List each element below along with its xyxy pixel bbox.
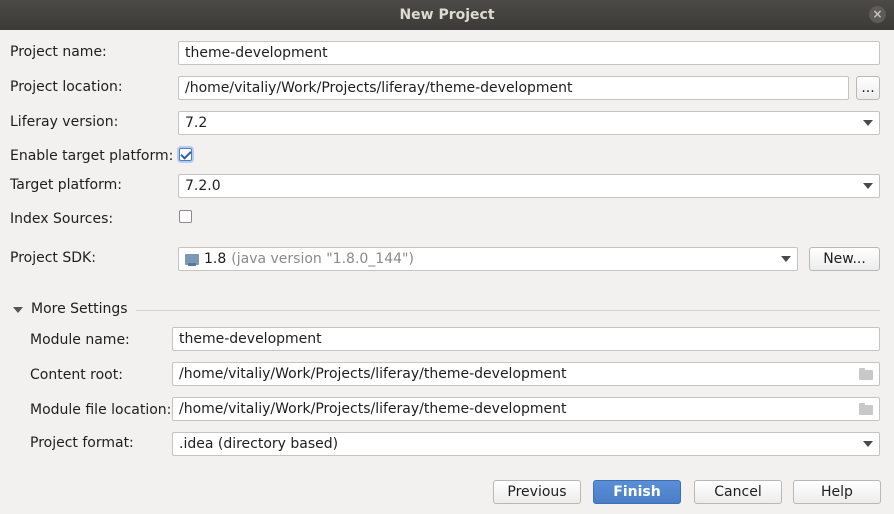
project-format-value: .idea (directory based) (179, 436, 339, 452)
chevron-down-icon (863, 441, 873, 447)
new-sdk-button[interactable]: New... (809, 247, 880, 271)
project-name-label: Project name: (10, 44, 107, 60)
content-root-input[interactable]: /home/vitaliy/Work/Projects/liferay/them… (172, 362, 880, 386)
enable-target-platform-label: Enable target platform: (10, 148, 174, 164)
sdk-icon (185, 253, 199, 266)
module-name-input[interactable]: theme-development (172, 327, 880, 351)
project-sdk-value: 1.8 (204, 251, 227, 267)
chevron-down-icon (781, 256, 791, 262)
liferay-version-value: 7.2 (185, 115, 208, 131)
folder-icon[interactable] (859, 403, 873, 415)
more-settings-toggle[interactable]: More Settings (31, 301, 128, 317)
project-location-value: /home/vitaliy/Work/Projects/liferay/them… (185, 80, 573, 96)
module-name-label: Module name: (30, 332, 130, 348)
title-bar: New Project × (0, 0, 894, 30)
chevron-down-icon (863, 120, 873, 126)
module-file-location-value: /home/vitaliy/Work/Projects/liferay/them… (179, 401, 567, 417)
section-divider (136, 310, 880, 311)
liferay-version-label: Liferay version: (10, 114, 119, 130)
module-file-location-label: Module file location: (30, 402, 172, 418)
content-root-label: Content root: (30, 367, 123, 383)
project-location-input[interactable]: /home/vitaliy/Work/Projects/liferay/them… (178, 76, 849, 100)
target-platform-value: 7.2.0 (185, 178, 221, 194)
previous-button[interactable]: Previous (493, 480, 581, 504)
target-platform-select[interactable]: 7.2.0 (178, 174, 880, 198)
index-sources-label: Index Sources: (10, 211, 114, 227)
target-platform-label: Target platform: (10, 177, 122, 193)
window-title: New Project (399, 7, 495, 23)
project-sdk-detail: (java version "1.8.0_144") (231, 251, 414, 267)
folder-icon[interactable] (859, 368, 873, 380)
module-name-value: theme-development (179, 331, 322, 347)
cancel-button[interactable]: Cancel (694, 480, 782, 504)
browse-location-button[interactable]: ... (856, 76, 880, 100)
module-file-location-input[interactable]: /home/vitaliy/Work/Projects/liferay/them… (172, 397, 880, 421)
triangle-down-icon[interactable] (13, 307, 23, 313)
project-format-label: Project format: (30, 435, 134, 451)
chevron-down-icon (863, 183, 873, 189)
finish-button[interactable]: Finish (593, 480, 681, 504)
enable-target-platform-checkbox[interactable] (179, 148, 192, 161)
project-sdk-select[interactable]: 1.8 (java version "1.8.0_144") (178, 247, 798, 271)
project-name-input[interactable]: theme-development (178, 41, 880, 65)
project-name-value: theme-development (185, 45, 328, 61)
project-sdk-label: Project SDK: (10, 250, 96, 266)
close-icon[interactable]: × (869, 6, 886, 23)
content-root-value: /home/vitaliy/Work/Projects/liferay/them… (179, 366, 567, 382)
index-sources-checkbox[interactable] (179, 210, 192, 223)
liferay-version-select[interactable]: 7.2 (178, 111, 880, 135)
help-button[interactable]: Help (793, 480, 881, 504)
project-format-select[interactable]: .idea (directory based) (172, 432, 880, 456)
project-location-label: Project location: (10, 79, 123, 95)
